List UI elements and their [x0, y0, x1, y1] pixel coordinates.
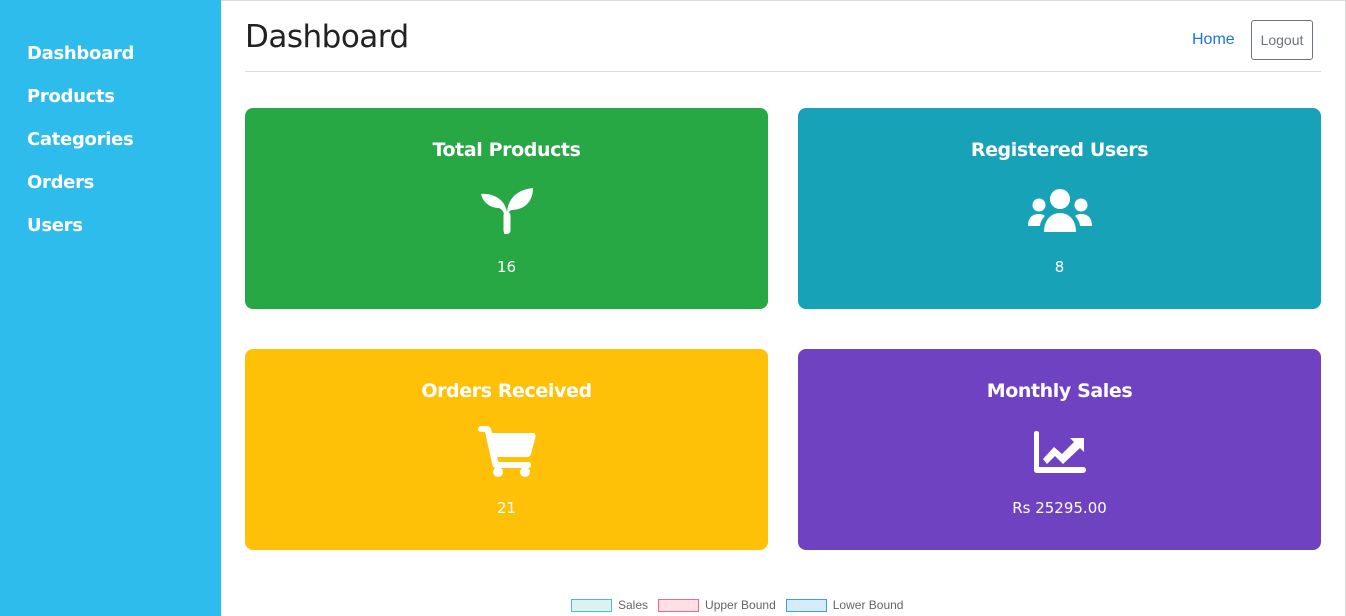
legend-swatch — [658, 598, 700, 612]
card-value: 21 — [496, 499, 517, 517]
legend-item-lower-bound[interactable]: Lower Bound — [785, 598, 904, 612]
page-title: Dashboard — [245, 19, 409, 55]
sidebar-item-users[interactable]: Users — [0, 214, 221, 257]
legend-item-sales[interactable]: Sales — [571, 598, 648, 612]
sidebar-item-dashboard[interactable]: Dashboard — [0, 42, 221, 85]
card-title: Registered Users — [970, 139, 1149, 161]
registered-users-card: Registered Users 8 — [798, 108, 1321, 309]
legend-label: Sales — [618, 598, 649, 612]
shopping-cart-icon — [472, 425, 542, 479]
users-icon — [1025, 184, 1095, 238]
legend-label: Lower Bound — [832, 598, 904, 612]
sidebar-item-orders[interactable]: Orders — [0, 171, 221, 214]
page-header: Dashboard Home Logout — [245, 0, 1321, 72]
legend-swatch — [571, 598, 612, 612]
main-content: Dashboard Home Logout Total Products 16 … — [245, 0, 1321, 616]
orders-received-card: Orders Received 21 — [245, 349, 768, 550]
chart-legend: Sales Upper Bound Lower Bound — [571, 597, 903, 613]
card-value: Rs 25295.00 — [1012, 499, 1107, 517]
sidebar-item-products[interactable]: Products — [0, 85, 221, 128]
sidebar: Dashboard Products Categories Orders Use… — [0, 0, 221, 616]
home-link[interactable]: Home — [1192, 31, 1235, 49]
logout-button[interactable]: Logout — [1251, 20, 1313, 60]
legend-label: Upper Bound — [705, 598, 776, 612]
monthly-sales-card: Monthly Sales Rs 25295.00 — [798, 349, 1321, 550]
seedling-icon — [472, 184, 542, 238]
chart-line-icon — [1025, 425, 1095, 479]
card-value: 8 — [1054, 258, 1065, 276]
sidebar-item-categories[interactable]: Categories — [0, 128, 221, 171]
legend-item-upper-bound[interactable]: Upper Bound — [658, 598, 776, 612]
legend-swatch — [785, 598, 827, 612]
card-title: Orders Received — [421, 380, 592, 402]
card-title: Monthly Sales — [986, 380, 1133, 402]
card-value: 16 — [496, 258, 517, 276]
total-products-card: Total Products 16 — [245, 108, 768, 309]
card-title: Total Products — [432, 139, 581, 161]
